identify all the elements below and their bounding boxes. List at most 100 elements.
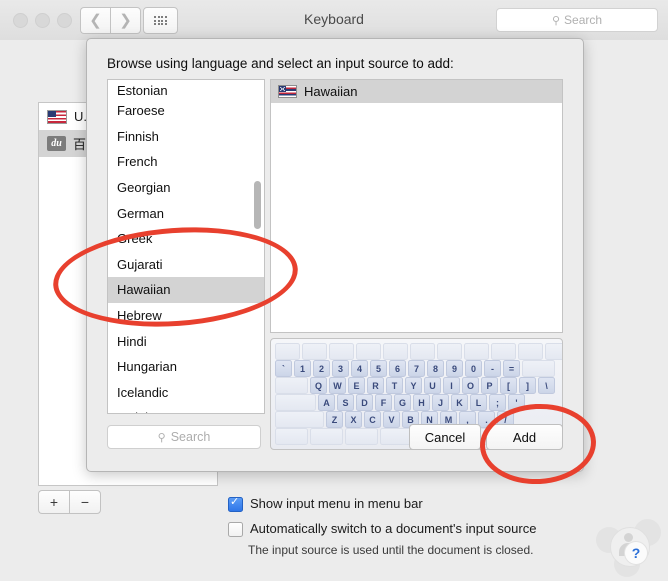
input-source-results-list[interactable]: Hawaiian <box>270 79 563 333</box>
search-icon: ⚲ <box>551 14 561 27</box>
keyboard-row: Q W E R T Y U I O P[] \ <box>271 377 562 394</box>
auto-switch-option[interactable]: Automatically switch to a document's inp… <box>228 521 537 537</box>
sheet-title: Browse using language and select an inpu… <box>107 56 454 71</box>
keyboard-row: ` 1 2 3 4 5 6 7 8 9 0- = <box>271 360 562 377</box>
language-label: Hungarian <box>117 359 177 375</box>
keyboard-key-blank <box>302 343 327 360</box>
keyboard-key-blank <box>545 343 562 360</box>
source-label: Hawaiian <box>304 84 358 99</box>
keyboard-key-blank <box>275 411 324 428</box>
language-row-hindi[interactable]: Hindi <box>108 328 264 354</box>
keyboard-key: F <box>375 394 392 411</box>
language-row-hungarian[interactable]: Hungarian <box>108 354 264 380</box>
keyboard-key: J <box>432 394 449 411</box>
language-label: Gujarati <box>117 256 163 272</box>
keyboard-key-blank <box>410 343 435 360</box>
keyboard-row: A S D F G H J K L; ' <box>271 394 562 411</box>
scrollbar-thumb[interactable] <box>254 181 261 229</box>
keyboard-key: 9 <box>446 360 463 377</box>
keyboard-key: \ <box>538 377 555 394</box>
keyboard-key-blank <box>437 343 462 360</box>
keyboard-key-blank <box>522 360 555 377</box>
keyboard-key: P <box>481 377 498 394</box>
help-orb[interactable]: ? <box>596 509 662 577</box>
language-row-gujarati[interactable]: Gujarati <box>108 252 264 278</box>
keyboard-key: O <box>462 377 479 394</box>
language-row-inuktitut[interactable]: Inuktitut <box>108 405 264 413</box>
auto-switch-label: Automatically switch to a document's inp… <box>250 521 537 536</box>
keyboard-key: G <box>394 394 411 411</box>
keyboard-key: R <box>367 377 384 394</box>
keyboard-key: C <box>364 411 381 428</box>
language-label: Faroese <box>117 103 165 119</box>
show-input-menu-checkbox[interactable] <box>228 496 243 512</box>
show-input-menu-label: Show input menu in menu bar <box>250 496 423 511</box>
language-label: Estonian <box>117 83 168 98</box>
keyboard-key: Z <box>326 411 343 428</box>
language-row-finnish[interactable]: Finnish <box>108 124 264 150</box>
language-label: Hindi <box>117 333 147 349</box>
language-label: French <box>117 154 158 170</box>
language-row-hebrew[interactable]: Hebrew <box>108 303 264 329</box>
keyboard-key: K <box>451 394 468 411</box>
keyboard-key: V <box>383 411 400 428</box>
keyboard-key: 4 <box>351 360 368 377</box>
remove-input-source-button[interactable]: − <box>69 490 101 514</box>
language-label: German <box>117 205 164 221</box>
hawaii-flag-icon <box>278 85 297 98</box>
keyboard-key: U <box>424 377 441 394</box>
keyboard-key: 8 <box>427 360 444 377</box>
keyboard-key: Q <box>310 377 327 394</box>
language-row-faroese[interactable]: Faroese <box>108 98 264 124</box>
keyboard-row <box>271 343 562 360</box>
window-titlebar: ❮ ❯ Keyboard ⚲ Search <box>0 0 668 41</box>
keyboard-key-blank <box>383 343 408 360</box>
keyboard-key: ` <box>275 360 292 377</box>
keyboard-key: 1 <box>294 360 311 377</box>
keyboard-key-blank <box>275 428 308 445</box>
keyboard-key: H <box>413 394 430 411</box>
keyboard-key: 3 <box>332 360 349 377</box>
source-row-hawaiian[interactable]: Hawaiian <box>271 80 562 103</box>
window-search-placeholder: Search <box>564 13 603 27</box>
cancel-button[interactable]: Cancel <box>409 424 481 450</box>
keyboard-key: = <box>503 360 520 377</box>
auto-switch-checkbox[interactable] <box>228 522 243 537</box>
language-label: Georgian <box>117 180 171 196</box>
question-mark-icon[interactable]: ? <box>624 541 648 565</box>
language-label: Hebrew <box>117 308 162 324</box>
keyboard-key-blank <box>275 377 308 394</box>
language-label: Inuktitut <box>117 410 163 413</box>
language-list[interactable]: Estonian Faroese Finnish French Georgian… <box>107 79 265 414</box>
auto-switch-hint: The input source is used until the docum… <box>248 543 534 557</box>
keyboard-key: I <box>443 377 460 394</box>
language-list-scrollbar[interactable] <box>253 81 262 410</box>
keyboard-key: T <box>386 377 403 394</box>
language-label: Icelandic <box>117 384 169 400</box>
keyboard-key: X <box>345 411 362 428</box>
keyboard-key: 6 <box>389 360 406 377</box>
language-row-icelandic[interactable]: Icelandic <box>108 380 264 406</box>
keyboard-key: A <box>318 394 335 411</box>
language-row-hawaiian[interactable]: Hawaiian <box>108 277 264 303</box>
language-row-estonian[interactable]: Estonian <box>108 80 264 98</box>
show-input-menu-option[interactable]: Show input menu in menu bar <box>228 496 423 512</box>
window-search-field[interactable]: ⚲ Search <box>496 8 658 32</box>
keyboard-key-blank <box>518 343 543 360</box>
language-row-georgian[interactable]: Georgian <box>108 175 264 201</box>
add-input-source-button[interactable]: + <box>38 490 69 514</box>
language-row-greek[interactable]: Greek <box>108 226 264 252</box>
baidu-du-icon: du <box>47 136 66 151</box>
keyboard-key: D <box>356 394 373 411</box>
language-row-german[interactable]: German <box>108 200 264 226</box>
keyboard-key-blank <box>491 343 516 360</box>
keyboard-key-blank <box>464 343 489 360</box>
add-button[interactable]: Add <box>486 424 563 450</box>
language-label: Greek <box>117 231 153 247</box>
language-row-french[interactable]: French <box>108 149 264 175</box>
keyboard-key: [ <box>500 377 517 394</box>
keyboard-key: - <box>484 360 501 377</box>
keyboard-key: ; <box>489 394 506 411</box>
keyboard-key: 7 <box>408 360 425 377</box>
sheet-search-field[interactable]: ⚲ Search <box>107 425 261 449</box>
